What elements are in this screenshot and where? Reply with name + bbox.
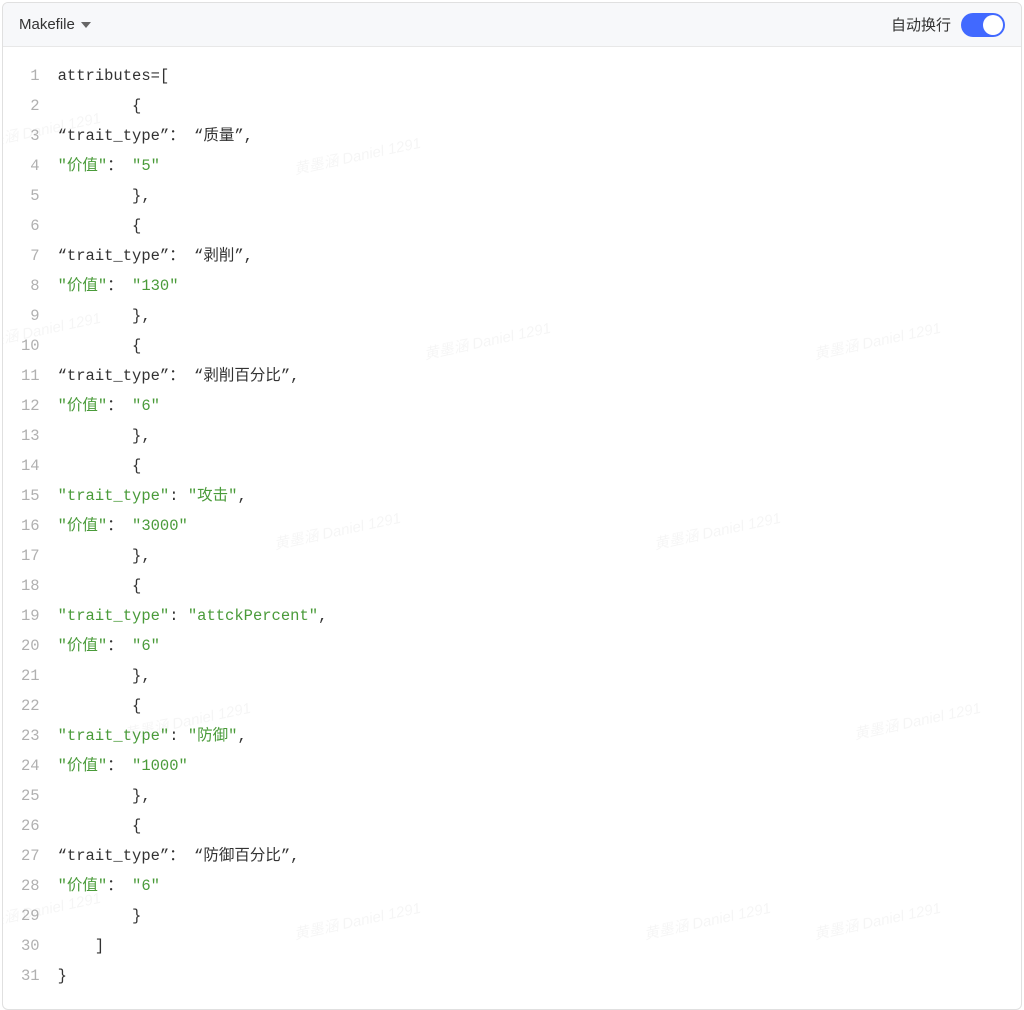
- code-line: "trait_type": "攻击",: [58, 481, 1021, 511]
- line-number: 10: [21, 331, 40, 361]
- line-number: 14: [21, 451, 40, 481]
- line-number: 7: [21, 241, 40, 271]
- code-line: "价值"： "1000": [58, 751, 1021, 781]
- code-line: "价值"： "5": [58, 151, 1021, 181]
- code-line: “trait_type”： “质量”,: [58, 121, 1021, 151]
- code-line: {: [58, 451, 1021, 481]
- code-line: “trait_type”： “剥削百分比”,: [58, 361, 1021, 391]
- code-line: },: [58, 421, 1021, 451]
- word-wrap-control: 自动换行: [891, 13, 1005, 37]
- toggle-knob: [983, 15, 1003, 35]
- code-line: {: [58, 571, 1021, 601]
- line-number: 11: [21, 361, 40, 391]
- code-line: {: [58, 811, 1021, 841]
- code-line: {: [58, 331, 1021, 361]
- line-number: 21: [21, 661, 40, 691]
- line-number-gutter: 1234567891011121314151617181920212223242…: [3, 61, 58, 991]
- code-line: },: [58, 541, 1021, 571]
- line-number: 22: [21, 691, 40, 721]
- line-number: 26: [21, 811, 40, 841]
- line-number: 1: [21, 61, 40, 91]
- code-line: "价值"： "6": [58, 631, 1021, 661]
- line-number: 28: [21, 871, 40, 901]
- code-content[interactable]: attributes=[ {“trait_type”： “质量”,"价值"： "…: [58, 61, 1021, 991]
- code-line: },: [58, 661, 1021, 691]
- code-line: },: [58, 781, 1021, 811]
- line-number: 3: [21, 121, 40, 151]
- code-line: attributes=[: [58, 61, 1021, 91]
- line-number: 19: [21, 601, 40, 631]
- code-line: "价值"： "130": [58, 271, 1021, 301]
- language-selector[interactable]: Makefile: [19, 16, 91, 33]
- line-number: 30: [21, 931, 40, 961]
- line-number: 12: [21, 391, 40, 421]
- code-header: Makefile 自动换行: [3, 3, 1021, 47]
- line-number: 29: [21, 901, 40, 931]
- code-line: ]: [58, 931, 1021, 961]
- code-line: "trait_type": "attckPercent",: [58, 601, 1021, 631]
- line-number: 13: [21, 421, 40, 451]
- word-wrap-label: 自动换行: [891, 14, 951, 35]
- code-line: “trait_type”： “防御百分比”,: [58, 841, 1021, 871]
- code-line: {: [58, 91, 1021, 121]
- line-number: 18: [21, 571, 40, 601]
- code-line: },: [58, 301, 1021, 331]
- code-line: "价值"： "3000": [58, 511, 1021, 541]
- line-number: 24: [21, 751, 40, 781]
- code-line: “trait_type”： “剥削”,: [58, 241, 1021, 271]
- code-line: }: [58, 901, 1021, 931]
- word-wrap-toggle[interactable]: [961, 13, 1005, 37]
- code-line: {: [58, 211, 1021, 241]
- code-area: 1234567891011121314151617181920212223242…: [3, 47, 1021, 1009]
- line-number: 25: [21, 781, 40, 811]
- language-label: Makefile: [19, 16, 75, 33]
- code-block-container: Makefile 自动换行 12345678910111213141516171…: [2, 2, 1022, 1010]
- line-number: 20: [21, 631, 40, 661]
- line-number: 16: [21, 511, 40, 541]
- line-number: 17: [21, 541, 40, 571]
- line-number: 15: [21, 481, 40, 511]
- line-number: 9: [21, 301, 40, 331]
- line-number: 2: [21, 91, 40, 121]
- line-number: 27: [21, 841, 40, 871]
- line-number: 23: [21, 721, 40, 751]
- line-number: 4: [21, 151, 40, 181]
- line-number: 6: [21, 211, 40, 241]
- code-line: "价值"： "6": [58, 871, 1021, 901]
- line-number: 31: [21, 961, 40, 991]
- code-line: }: [58, 961, 1021, 991]
- line-number: 5: [21, 181, 40, 211]
- chevron-down-icon: [81, 22, 91, 28]
- code-line: },: [58, 181, 1021, 211]
- code-line: "价值"： "6": [58, 391, 1021, 421]
- line-number: 8: [21, 271, 40, 301]
- code-line: {: [58, 691, 1021, 721]
- code-line: "trait_type": "防御",: [58, 721, 1021, 751]
